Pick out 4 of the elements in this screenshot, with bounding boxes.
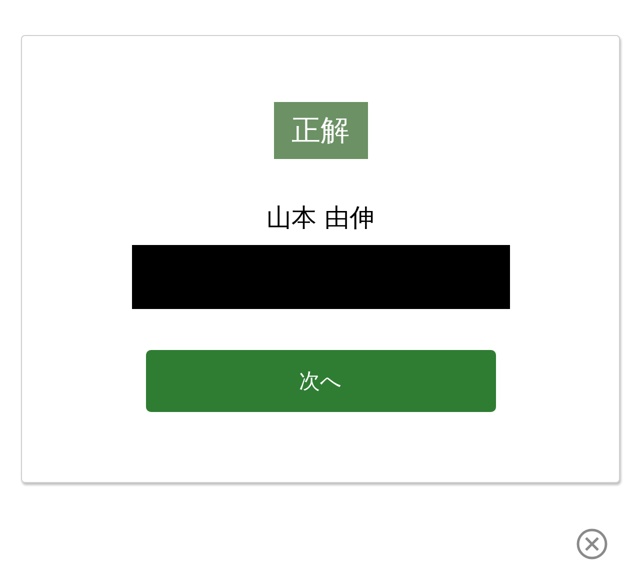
close-icon[interactable] [576, 528, 608, 560]
next-button[interactable]: 次へ [146, 350, 496, 412]
answer-text: 山本 由伸 [266, 203, 374, 233]
correct-badge: 正解 [274, 102, 368, 159]
